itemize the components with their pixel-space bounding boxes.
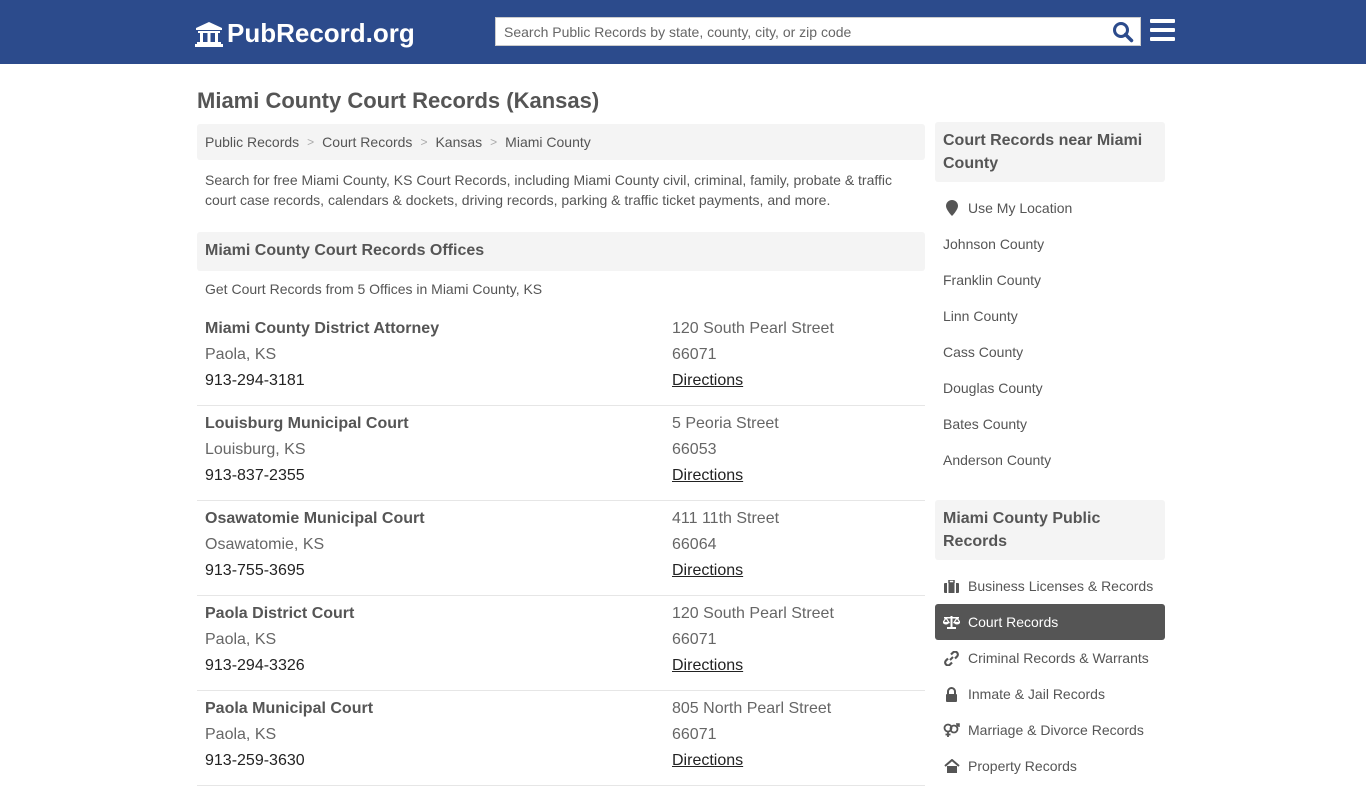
nearby-county-link[interactable]: Douglas County bbox=[935, 370, 1165, 406]
search-icon bbox=[1113, 22, 1134, 43]
lock-icon bbox=[943, 686, 960, 702]
office-address: 5 Peoria Street bbox=[672, 415, 779, 432]
use-my-location-link[interactable]: Use My Location bbox=[935, 190, 1165, 226]
sidebar-item-inmate-records[interactable]: Inmate & Jail Records bbox=[935, 676, 1165, 712]
office-zip: 66053 bbox=[672, 441, 717, 458]
office-name: Louisburg Municipal Court bbox=[205, 415, 409, 432]
intro-text: Search for free Miami County, KS Court R… bbox=[205, 172, 893, 208]
office-phone[interactable]: 913-755-3695 bbox=[205, 561, 425, 587]
office-zip: 66071 bbox=[672, 631, 717, 648]
office-address: 120 South Pearl Street bbox=[672, 605, 834, 622]
nearby-county-link[interactable]: Bates County bbox=[935, 406, 1165, 442]
office-city: Paola, KS bbox=[205, 631, 277, 648]
breadcrumb: Public Records > Court Records > Kansas … bbox=[197, 124, 925, 160]
sidebar-item-label: Property Records bbox=[968, 758, 1077, 774]
search-button[interactable] bbox=[1112, 21, 1134, 43]
sidebar-item-label: Inmate & Jail Records bbox=[968, 686, 1105, 702]
breadcrumb-kansas[interactable]: Kansas bbox=[435, 134, 482, 150]
office-zip: 66064 bbox=[672, 536, 717, 553]
directions-link[interactable]: Directions bbox=[672, 562, 743, 579]
page-title: Miami County Court Records (Kansas) bbox=[197, 88, 600, 113]
breadcrumb-public-records[interactable]: Public Records bbox=[205, 134, 299, 150]
office-phone[interactable]: 913-294-3181 bbox=[205, 371, 439, 397]
directions-link[interactable]: Directions bbox=[672, 372, 743, 389]
hamburger-menu-button[interactable] bbox=[1150, 19, 1175, 43]
office-name: Paola District Court bbox=[205, 605, 355, 622]
breadcrumb-miami-county[interactable]: Miami County bbox=[505, 134, 591, 150]
sidebar-item-label: Business Licenses & Records bbox=[968, 578, 1154, 594]
office-city: Osawatomie, KS bbox=[205, 536, 325, 553]
site-logo[interactable]: PubRecord.org bbox=[195, 18, 415, 49]
sidebar-item-label: Criminal Records & Warrants bbox=[968, 650, 1149, 666]
office-phone[interactable]: 913-837-2355 bbox=[205, 466, 409, 492]
search-bar bbox=[495, 17, 1141, 46]
office-address: 120 South Pearl Street bbox=[672, 320, 834, 337]
breadcrumb-separator: > bbox=[307, 135, 315, 149]
nearby-county-link[interactable]: Linn County bbox=[935, 298, 1165, 334]
menu-bar bbox=[1150, 19, 1175, 23]
office-item: Louisburg Municipal Court Louisburg, KS … bbox=[197, 406, 925, 501]
office-city: Paola, KS bbox=[205, 346, 277, 363]
briefcase-icon bbox=[943, 578, 960, 594]
nearby-sidebar-panel: Court Records near Miami County Use My L… bbox=[935, 122, 1165, 478]
nearby-county-link[interactable]: Cass County bbox=[935, 334, 1165, 370]
office-name: Osawatomie Municipal Court bbox=[205, 510, 425, 527]
office-item: Paola Municipal Court Paola, KS 913-259-… bbox=[197, 691, 925, 786]
courthouse-icon bbox=[195, 21, 223, 47]
nearby-county-link[interactable]: Franklin County bbox=[935, 262, 1165, 298]
link-icon bbox=[943, 650, 960, 666]
scale-icon bbox=[943, 614, 960, 630]
office-city: Paola, KS bbox=[205, 726, 277, 743]
office-phone[interactable]: 913-259-3630 bbox=[205, 751, 373, 777]
office-item: Paola District Court Paola, KS 913-294-3… bbox=[197, 596, 925, 691]
directions-link[interactable]: Directions bbox=[672, 752, 743, 769]
office-zip: 66071 bbox=[672, 346, 717, 363]
public-records-heading: Miami County Public Records bbox=[935, 500, 1165, 560]
sidebar-item-property-records[interactable]: Property Records bbox=[935, 748, 1165, 784]
office-name: Miami County District Attorney bbox=[205, 320, 440, 337]
offices-heading: Miami County Court Records Offices bbox=[197, 232, 925, 271]
nearby-heading: Court Records near Miami County bbox=[935, 122, 1165, 182]
nearby-county-link[interactable]: Anderson County bbox=[935, 442, 1165, 478]
directions-link[interactable]: Directions bbox=[672, 657, 743, 674]
logo-text: PubRecord.org bbox=[227, 18, 415, 48]
directions-link[interactable]: Directions bbox=[672, 467, 743, 484]
office-item: Osawatomie Municipal Court Osawatomie, K… bbox=[197, 501, 925, 596]
office-city: Louisburg, KS bbox=[205, 441, 306, 458]
office-item: Miami County District Attorney Paola, KS… bbox=[197, 311, 925, 406]
use-my-location-label: Use My Location bbox=[968, 200, 1073, 216]
nearby-county-link[interactable]: Johnson County bbox=[935, 226, 1165, 262]
search-input[interactable] bbox=[496, 18, 1096, 45]
top-navigation-bar: PubRecord.org bbox=[0, 0, 1366, 64]
public-records-list: Business Licenses & Records Court Record… bbox=[935, 568, 1165, 784]
office-name: Paola Municipal Court bbox=[205, 700, 374, 717]
sidebar-item-court-records[interactable]: Court Records bbox=[935, 604, 1165, 640]
menu-bar bbox=[1150, 37, 1175, 41]
office-address: 411 11th Street bbox=[672, 510, 780, 527]
map-marker-icon bbox=[943, 200, 960, 216]
sidebar-item-criminal-records[interactable]: Criminal Records & Warrants bbox=[935, 640, 1165, 676]
sidebar-item-label: Court Records bbox=[968, 614, 1059, 630]
breadcrumb-court-records[interactable]: Court Records bbox=[322, 134, 412, 150]
menu-bar bbox=[1150, 28, 1175, 32]
sidebar-item-marriage-records[interactable]: Marriage & Divorce Records bbox=[935, 712, 1165, 748]
offices-subheading: Get Court Records from 5 Offices in Miam… bbox=[205, 281, 543, 297]
office-phone[interactable]: 913-294-3326 bbox=[205, 656, 354, 682]
sidebar-item-label: Marriage & Divorce Records bbox=[968, 722, 1144, 738]
office-address: 805 North Pearl Street bbox=[672, 700, 832, 717]
public-records-sidebar-panel: Miami County Public Records Business Lic… bbox=[935, 500, 1165, 784]
breadcrumb-separator: > bbox=[420, 135, 428, 149]
home-icon bbox=[943, 758, 960, 774]
gender-icon bbox=[943, 722, 960, 738]
offices-list: Miami County District Attorney Paola, KS… bbox=[197, 311, 925, 786]
nearby-list: Use My Location Johnson County Franklin … bbox=[935, 190, 1165, 478]
breadcrumb-separator: > bbox=[490, 135, 498, 149]
office-zip: 66071 bbox=[672, 726, 717, 743]
sidebar-item-business-licenses[interactable]: Business Licenses & Records bbox=[935, 568, 1165, 604]
